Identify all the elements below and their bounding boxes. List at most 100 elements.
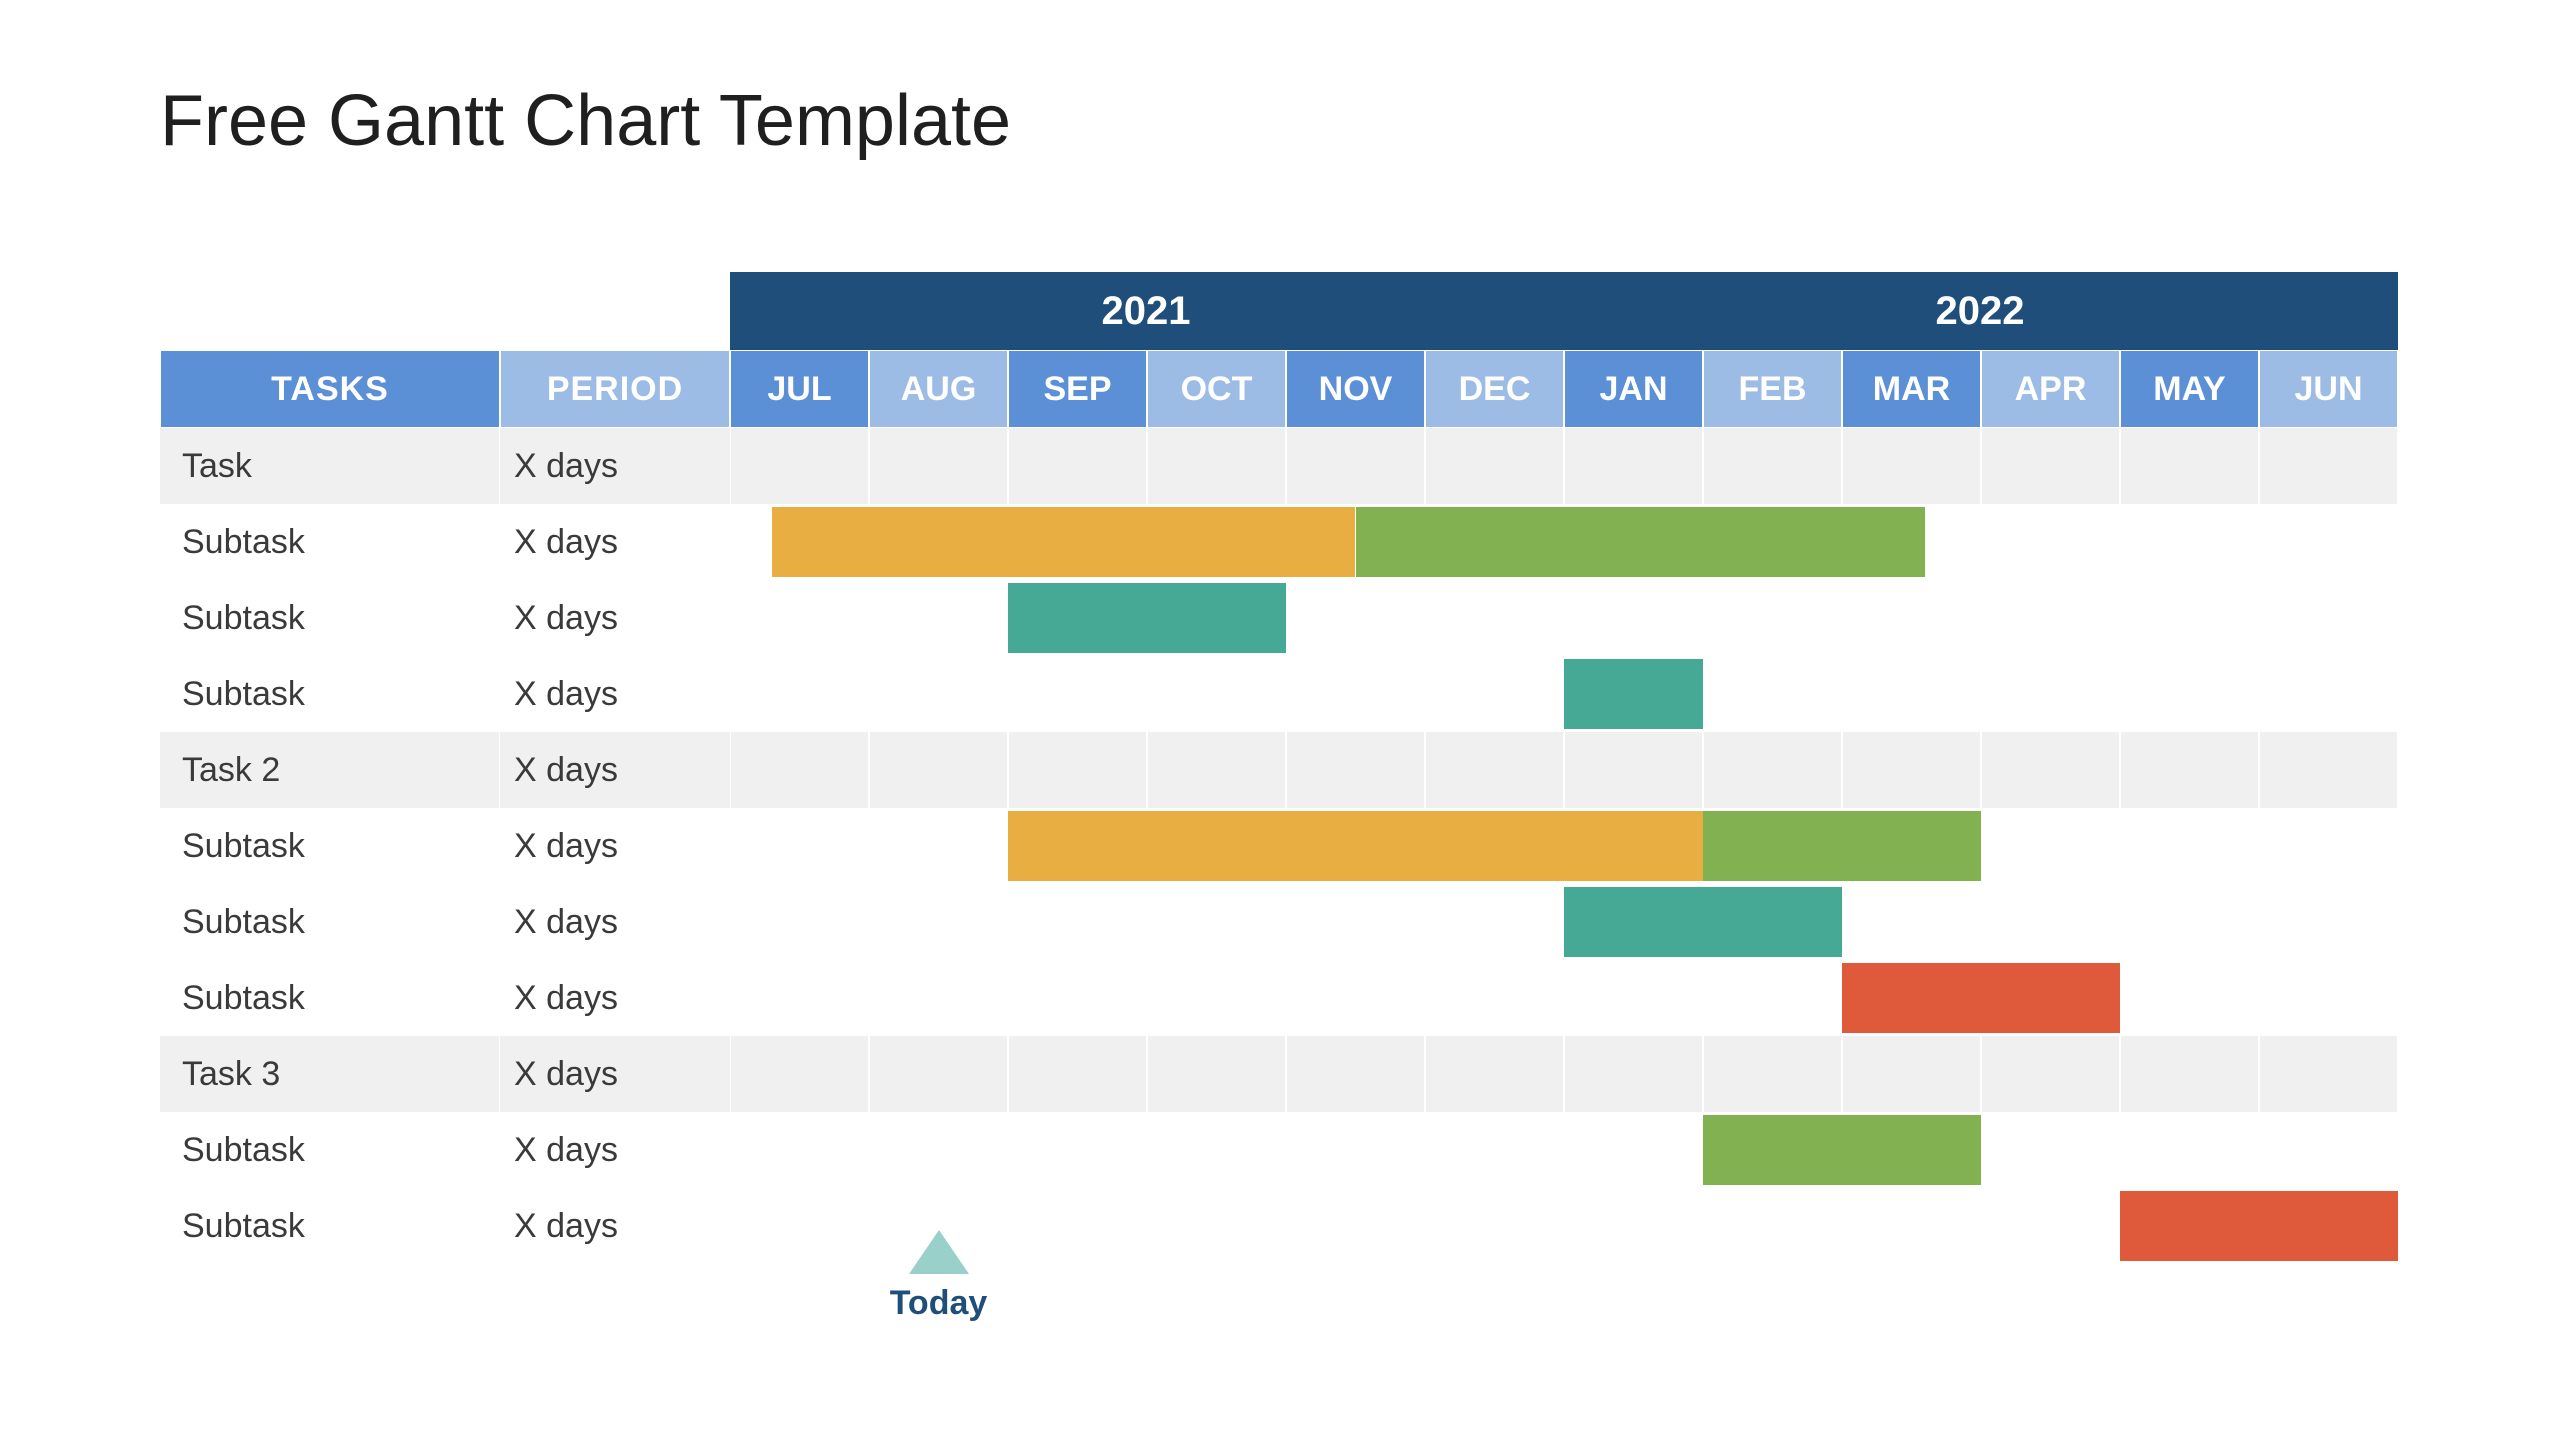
header-tasks: TASKS: [160, 350, 500, 428]
header-month-jul: JUL: [730, 350, 869, 428]
subtask-row: SubtaskX days: [160, 656, 2410, 732]
grid-cell: [1425, 1036, 1564, 1112]
grid-cell: [869, 580, 1008, 656]
header-month-apr: APR: [1981, 350, 2120, 428]
grid-cell: [2259, 1188, 2398, 1264]
grid-cell: [2259, 884, 2398, 960]
grid-cell: [1842, 960, 1981, 1036]
grid-cell: [869, 1036, 1008, 1112]
grid-cell: [1147, 580, 1286, 656]
grid-cell: [1425, 656, 1564, 732]
grid-cell: [1703, 656, 1842, 732]
grid-cell: [1008, 656, 1147, 732]
task-period: X days: [500, 732, 730, 808]
task-period: X days: [500, 884, 730, 960]
grid-cell: [1425, 580, 1564, 656]
grid-cell: [1425, 960, 1564, 1036]
grid-cell: [869, 732, 1008, 808]
header-month-feb: FEB: [1703, 350, 1842, 428]
grid-cell: [730, 1112, 869, 1188]
grid-cell: [2259, 960, 2398, 1036]
grid-cell: [1564, 732, 1703, 808]
grid-cell: [1842, 808, 1981, 884]
grid-cell: [1564, 504, 1703, 580]
grid-cell: [1147, 808, 1286, 884]
grid-cell: [1286, 428, 1425, 504]
grid-cell: [1564, 1112, 1703, 1188]
grid-cell: [1703, 504, 1842, 580]
grid-cell: [869, 1112, 1008, 1188]
grid-cell: [1147, 1112, 1286, 1188]
task-label: Subtask: [160, 580, 500, 656]
grid-cell: [1981, 1188, 2120, 1264]
grid-cell: [2120, 504, 2259, 580]
grid-cell: [1981, 580, 2120, 656]
grid-cell: [1147, 656, 1286, 732]
subtask-row: SubtaskX days: [160, 808, 2410, 884]
grid-cell: [1425, 732, 1564, 808]
grid-cell: [1981, 1112, 2120, 1188]
grid-cell: [1703, 732, 1842, 808]
grid-cell: [1842, 580, 1981, 656]
grid-cell: [869, 656, 1008, 732]
task-header-row: TaskX days: [160, 428, 2410, 504]
grid-cell: [1981, 960, 2120, 1036]
grid-cell: [1425, 884, 1564, 960]
header-month-may: MAY: [2120, 350, 2259, 428]
grid-cell: [1703, 1112, 1842, 1188]
page-title: Free Gantt Chart Template: [160, 80, 2399, 162]
grid-cell: [2120, 808, 2259, 884]
grid-cell: [1286, 1036, 1425, 1112]
grid-cell: [730, 808, 869, 884]
task-period: X days: [500, 1188, 730, 1264]
header-period: PERIOD: [500, 350, 730, 428]
grid-cell: [1564, 960, 1703, 1036]
grid-cell: [1286, 884, 1425, 960]
grid-cell: [1981, 656, 2120, 732]
grid-cell: [1147, 732, 1286, 808]
task-label: Subtask: [160, 808, 500, 884]
task-period: X days: [500, 960, 730, 1036]
task-label: Subtask: [160, 884, 500, 960]
grid-cell: [1981, 808, 2120, 884]
grid-cell: [2120, 960, 2259, 1036]
grid-cell: [1842, 1188, 1981, 1264]
grid-cell: [1008, 884, 1147, 960]
grid-cell: [1981, 732, 2120, 808]
grid-cell: [1981, 504, 2120, 580]
grid-cell: [1703, 960, 1842, 1036]
grid-cell: [1703, 1188, 1842, 1264]
header-month-mar: MAR: [1842, 350, 1981, 428]
grid-cell: [869, 960, 1008, 1036]
task-header-row: Task 2X days: [160, 732, 2410, 808]
grid-cell: [730, 1036, 869, 1112]
grid-cell: [1703, 428, 1842, 504]
today-triangle-icon: [909, 1230, 969, 1274]
grid-cell: [1703, 580, 1842, 656]
grid-cell: [869, 884, 1008, 960]
grid-cell: [1564, 1036, 1703, 1112]
grid-cell: [1286, 656, 1425, 732]
grid-cell: [2120, 884, 2259, 960]
grid-cell: [2120, 580, 2259, 656]
task-period: X days: [500, 504, 730, 580]
grid-cell: [1147, 1188, 1286, 1264]
grid-cell: [1147, 1036, 1286, 1112]
grid-cell: [1981, 1036, 2120, 1112]
task-period: X days: [500, 656, 730, 732]
subtask-row: SubtaskX days: [160, 960, 2410, 1036]
grid-cell: [2259, 428, 2398, 504]
grid-cell: [2259, 580, 2398, 656]
subtask-row: SubtaskX days: [160, 884, 2410, 960]
grid-cell: [1703, 1036, 1842, 1112]
grid-cell: [1008, 1112, 1147, 1188]
grid-cell: [1981, 884, 2120, 960]
grid-cell: [730, 428, 869, 504]
year-cell-2021: 2021: [730, 272, 1564, 350]
header-month-sep: SEP: [1008, 350, 1147, 428]
grid-cell: [1425, 808, 1564, 884]
grid-cell: [1842, 428, 1981, 504]
grid-cell: [1147, 884, 1286, 960]
grid-cell: [1564, 884, 1703, 960]
grid-cell: [1564, 1188, 1703, 1264]
